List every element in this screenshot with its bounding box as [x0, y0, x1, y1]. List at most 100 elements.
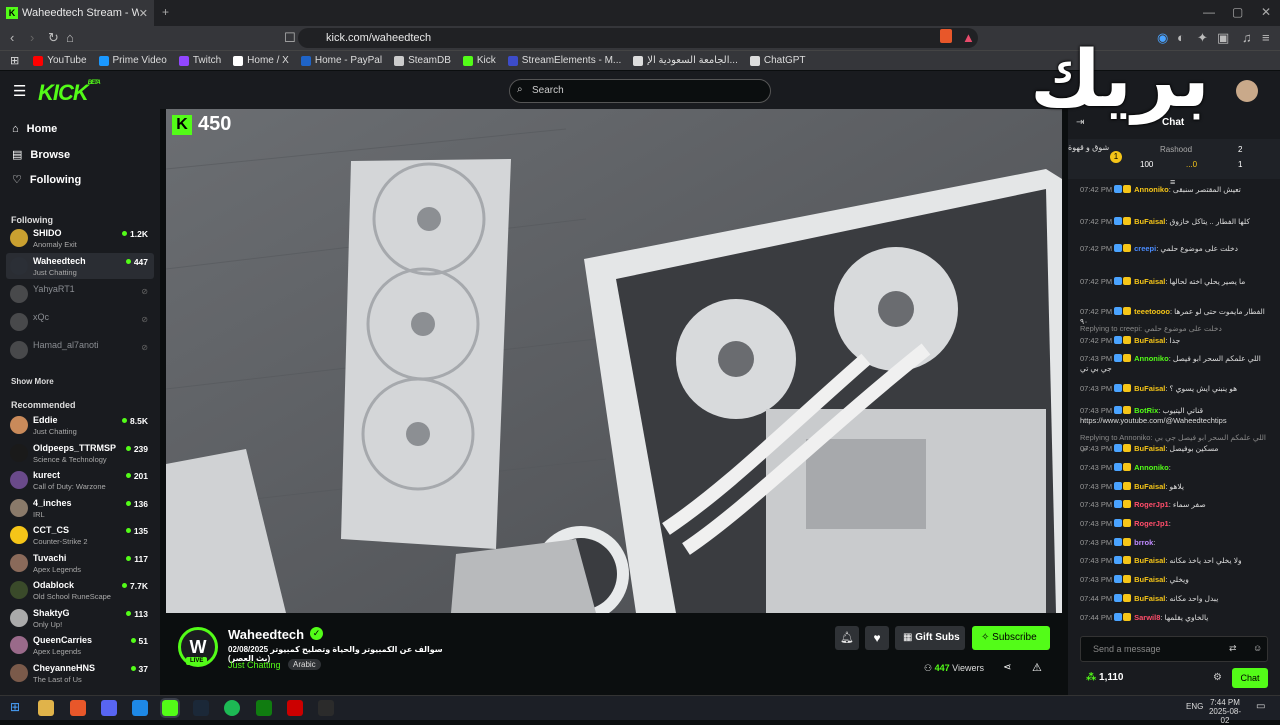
bookmark-item[interactable]: StreamElements - M...: [507, 55, 621, 66]
file-explorer-icon[interactable]: [38, 700, 54, 716]
chat-input[interactable]: Send a message ⇄ ☺: [1080, 636, 1268, 662]
nav-browse[interactable]: ▤ Browse: [12, 148, 70, 161]
gift-subs-button[interactable]: ▦ Gift Subs: [895, 626, 965, 650]
start-icon[interactable]: ⊞: [10, 700, 20, 714]
recommended-channel[interactable]: 4_inches IRL 136: [6, 495, 154, 521]
channel-points[interactable]: ⁂ 1,110: [1086, 672, 1124, 683]
following-channel[interactable]: Hamad_al7anoti ⊘: [6, 337, 154, 363]
browser-tab[interactable]: K Waheedtech Stream - Watch ✕: [0, 0, 154, 26]
kick-logo[interactable]: KICKBETA: [38, 80, 101, 106]
xbox-icon[interactable]: [256, 700, 272, 716]
brave-shield-icon[interactable]: [940, 29, 952, 43]
search-input[interactable]: ⌕ Search: [509, 79, 771, 103]
show-more-link[interactable]: Show More: [11, 377, 54, 386]
clock[interactable]: 7:44 PM 2025-08-02: [1205, 698, 1245, 725]
translate-icon[interactable]: ⇄: [1229, 643, 1237, 654]
app-icon[interactable]: [132, 700, 148, 716]
language-tag[interactable]: Arabic: [288, 659, 321, 670]
menu-icon[interactable]: ≡: [1262, 30, 1270, 45]
message-username[interactable]: RogerJp1: [1134, 519, 1169, 528]
recording-icon[interactable]: [287, 700, 303, 716]
apps-icon[interactable]: ⊞: [10, 54, 19, 67]
recommended-channel[interactable]: CCT_CS Counter-Strike 2 135: [6, 522, 154, 548]
bookmark-item[interactable]: YouTube: [33, 55, 87, 66]
nav-home[interactable]: ⌂ Home: [12, 123, 57, 135]
bookmark-item[interactable]: Home - PayPal: [300, 55, 382, 66]
spotify-icon[interactable]: [224, 700, 240, 716]
subscribe-button[interactable]: ✧ Subscribe: [972, 626, 1050, 650]
video-player[interactable]: K 450: [166, 109, 1062, 613]
following-channel[interactable]: SHIDO Anomaly Exit 1.2K: [6, 225, 154, 251]
discord-icon[interactable]: [101, 700, 117, 716]
nav-following[interactable]: ♡ Following: [12, 173, 81, 186]
bookmark-item[interactable]: الجامعة السعودية الإ...: [633, 55, 738, 66]
recommended-channel[interactable]: Eddie Just Chatting 8.5K: [6, 412, 154, 438]
reload-icon[interactable]: ↻: [48, 30, 59, 46]
channel-name[interactable]: Waheedtech: [228, 627, 304, 642]
steam-icon[interactable]: [193, 700, 209, 716]
new-tab-icon[interactable]: +: [162, 5, 169, 19]
category-link[interactable]: Just Chatting: [228, 660, 281, 670]
rewards-icon[interactable]: ▲: [962, 30, 975, 45]
notification-bell-icon[interactable]: 🔔︎: [835, 626, 859, 650]
message-username[interactable]: creepi: [1134, 244, 1156, 253]
follow-heart-icon[interactable]: ♥: [865, 626, 889, 650]
bookmark-item[interactable]: SteamDB: [394, 55, 451, 66]
media-icon[interactable]: ♫: [1242, 30, 1252, 45]
share-icon[interactable]: ⋖: [1003, 662, 1011, 673]
message-username[interactable]: teeetoooo: [1134, 307, 1170, 316]
message-username[interactable]: BuFaisal: [1134, 575, 1165, 584]
recommended-channel[interactable]: Oldpeeps_TTRMSP Science & Technology 239: [6, 440, 154, 466]
forward-icon[interactable]: ›: [30, 30, 34, 45]
brave-icon[interactable]: [70, 700, 86, 716]
recommended-channel[interactable]: Tuvachi Apex Legends 117: [6, 550, 154, 576]
minimize-icon[interactable]: —: [1203, 5, 1215, 19]
message-username[interactable]: Annoniko: [1134, 354, 1169, 363]
chat-settings-icon[interactable]: ⚙: [1213, 672, 1222, 683]
hamburger-menu-icon[interactable]: ☰: [13, 82, 26, 100]
following-channel[interactable]: YahyaRT1 ⊘: [6, 281, 154, 307]
bookmark-icon[interactable]: ☐: [284, 30, 296, 46]
recommended-channel[interactable]: QueenCarries Apex Legends 51: [6, 632, 154, 658]
message-username[interactable]: BuFaisal: [1134, 594, 1165, 603]
recommended-channel[interactable]: Odablock Old School RuneScape 7.7K: [6, 577, 154, 603]
emoji-icon[interactable]: ☺: [1253, 643, 1262, 653]
language-indicator[interactable]: ENG: [1186, 702, 1203, 711]
send-chat-button[interactable]: Chat: [1232, 668, 1268, 688]
recommended-channel[interactable]: CheyanneHNS The Last of Us 37: [6, 660, 154, 686]
sidebar-icon[interactable]: ▣: [1217, 30, 1229, 46]
message-username[interactable]: Annoniko: [1134, 463, 1169, 472]
close-window-icon[interactable]: ✕: [1261, 5, 1271, 19]
kick-app-icon[interactable]: [160, 698, 180, 718]
message-username[interactable]: BotRix: [1134, 406, 1158, 415]
recommended-channel[interactable]: kurect Call of Duty: Warzone 201: [6, 467, 154, 493]
message-username[interactable]: brrok: [1134, 538, 1153, 547]
home-icon[interactable]: ⌂: [66, 30, 74, 45]
notifications-icon[interactable]: ▭: [1256, 701, 1265, 712]
message-username[interactable]: BuFaisal: [1134, 217, 1165, 226]
bookmark-item[interactable]: Prime Video: [98, 55, 167, 66]
maximize-icon[interactable]: ▢: [1232, 5, 1243, 19]
url-field[interactable]: kick.com/waheedtech: [298, 28, 978, 48]
following-channel[interactable]: xQc ⊘: [6, 309, 154, 335]
report-icon[interactable]: ⚠: [1032, 661, 1042, 674]
message-username[interactable]: BuFaisal: [1134, 336, 1165, 345]
message-username[interactable]: Annoniko: [1134, 185, 1169, 194]
message-username[interactable]: BuFaisal: [1134, 444, 1165, 453]
user-avatar[interactable]: [1236, 80, 1258, 102]
message-username[interactable]: BuFaisal: [1134, 277, 1165, 286]
message-username[interactable]: BuFaisal: [1134, 384, 1165, 393]
bookmark-item[interactable]: ChatGPT: [749, 55, 806, 66]
recommended-channel[interactable]: ShaktyG Only Up! 113: [6, 605, 154, 631]
following-channel[interactable]: Waheedtech Just Chatting 447: [6, 253, 154, 279]
message-username[interactable]: BuFaisal: [1134, 556, 1165, 565]
back-icon[interactable]: ‹: [10, 30, 14, 45]
bookmark-item[interactable]: Kick: [462, 55, 496, 66]
message-username[interactable]: RogerJp1: [1134, 500, 1169, 509]
message-username[interactable]: Sarwil8: [1134, 613, 1160, 622]
bookmark-item[interactable]: Home / X: [233, 55, 289, 66]
message-username[interactable]: BuFaisal: [1134, 482, 1165, 491]
bookmark-item[interactable]: Twitch: [178, 55, 221, 66]
close-tab-icon[interactable]: ✕: [139, 7, 148, 20]
game-icon[interactable]: [318, 700, 334, 716]
